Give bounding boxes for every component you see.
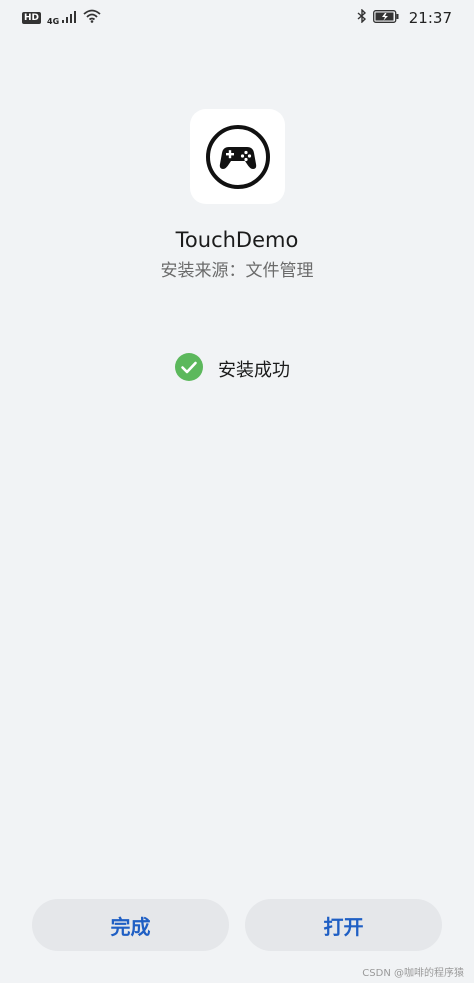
status-right: 21:37 <box>357 8 452 27</box>
wifi-icon <box>83 9 101 27</box>
install-complete-screen: HD 4G 21:37 TouchDemo 安装来源：文件管理 安装成功 完成 … <box>0 0 474 983</box>
battery-charging-icon <box>372 9 399 27</box>
status-bar: HD 4G 21:37 <box>0 0 474 36</box>
hd-badge: HD <box>22 12 42 24</box>
network-type: 4G <box>47 17 60 26</box>
watermark: CSDN @咖啡的程序猿 <box>362 968 464 979</box>
gamepad-icon <box>205 124 270 189</box>
check-circle-icon <box>174 352 204 386</box>
status-left: HD 4G <box>22 9 101 27</box>
result-text: 安装成功 <box>218 360 290 381</box>
signal-icon <box>61 9 77 27</box>
install-result: 安装成功 <box>0 352 474 386</box>
open-button[interactable]: 打开 <box>245 899 442 951</box>
bluetooth-icon <box>357 8 367 27</box>
status-time: 21:37 <box>408 9 452 27</box>
app-icon <box>190 109 285 204</box>
install-source: 安装来源：文件管理 <box>160 261 314 281</box>
done-button[interactable]: 完成 <box>32 899 229 951</box>
app-name: TouchDemo <box>175 228 299 252</box>
